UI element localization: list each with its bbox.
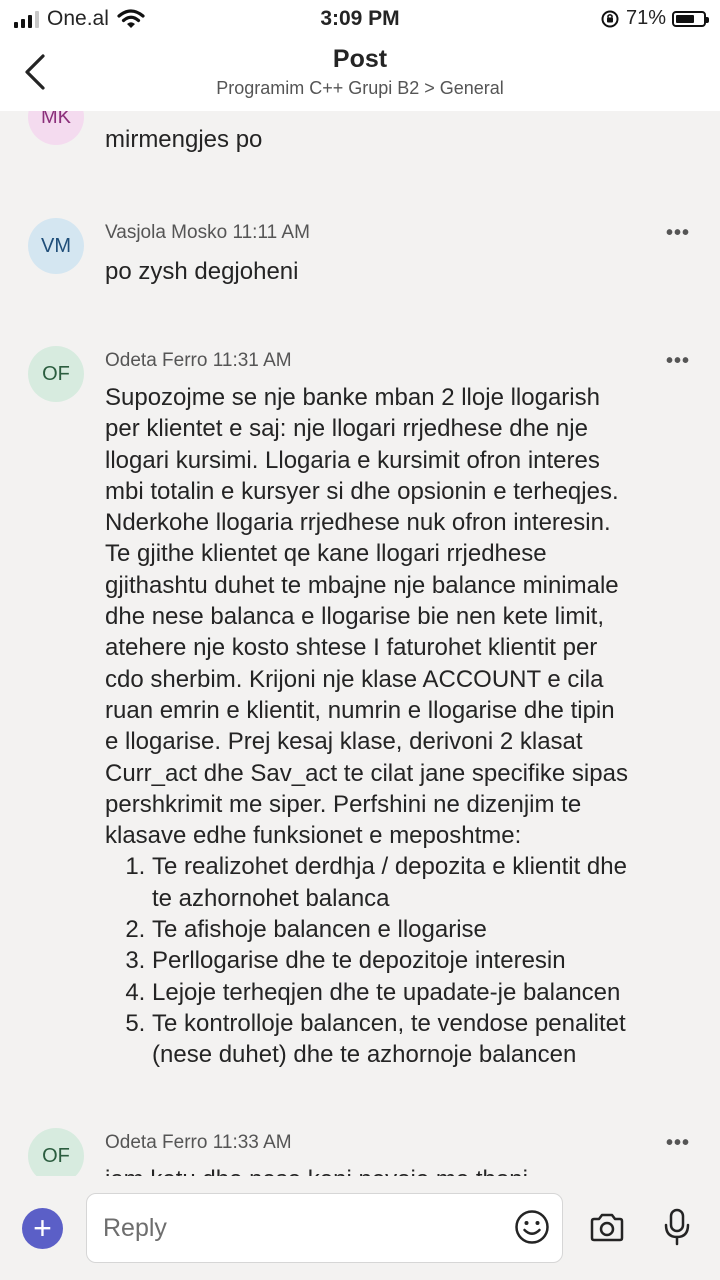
text-line: cdo sherbim. Krijoni nje klase ACCOUNT e… [105,665,604,693]
message-feed[interactable]: MK mirmengjes po VM Vasjola Mosko 11:11 … [0,111,720,1176]
timestamp: 11:11 AM [232,222,310,243]
text-line: mbi totalin e kursyer si dhe opsionin e … [105,477,619,505]
message-meta: Odeta Ferro 11:31 AM [105,350,292,372]
message-text: jam ketu dhe nese keni nevoje me thoni [105,1164,695,1176]
text-line: Nderkohe llogaria rrjedhese nuk ofron in… [105,509,611,537]
text-line: klasave edhe funksionet e meposhtme: [105,822,522,850]
message-meta: Odeta Ferro 11:33 AM [105,1132,292,1154]
avatar[interactable]: OF [28,346,84,402]
more-options-icon[interactable]: ••• [666,350,690,373]
author-name: Odeta Ferro [105,1132,208,1153]
text-line: e llogarise. Prej kesaj klase, derivoni … [105,728,583,756]
author-name: Vasjola Mosko [105,222,228,243]
timestamp: 11:33 AM [212,1132,292,1153]
status-bar: One.al 3:09 PM 71% [0,0,720,36]
text-line: ruan emrin e klientit, numrin e llogaris… [105,696,615,724]
text-line: gjithashtu duhet te mbajne nje balance m… [105,571,619,599]
text-line: Curr_act dhe Sav_act te cilat jane speci… [105,759,628,787]
avatar[interactable]: VM [28,218,84,274]
list-item: Te afishoje balancen e llogarise [152,914,695,945]
avatar[interactable]: OF [28,1128,84,1176]
more-options-icon[interactable]: ••• [666,1132,690,1155]
more-options-icon[interactable]: ••• [666,222,690,245]
message-meta: Vasjola Mosko 11:11 AM [105,222,310,244]
numbered-list: Te realizohet derdhja / depozita e klien… [105,851,695,1070]
list-item: Te kontrolloje balancen, te vendose pena… [152,1008,695,1071]
battery-icon [672,10,709,27]
add-plus-icon[interactable]: + [22,1208,63,1249]
text-line: llogari kursimi. Llogaria e kursimit ofr… [105,446,600,474]
camera-icon[interactable] [589,1213,625,1243]
text-line: atehere nje kosto shtese I faturohet kli… [105,634,598,662]
reply-input[interactable]: Reply [86,1193,563,1263]
message-text: Supozojme se nje banke mban 2 lloje llog… [105,382,695,1071]
orientation-lock-icon [601,10,619,27]
text-line: dhe nese balanca e llogarise bie nen ket… [105,603,604,631]
text-line: Te gjithe klientet qe kane llogari rrjed… [105,540,547,568]
post-header: Post Programim C++ Grupi B2 > General [0,36,720,111]
page-title: Post [332,45,388,73]
author-name: Odeta Ferro [105,350,208,371]
list-item: Perllogarise dhe te depozitoje interesin [152,945,695,976]
text-line: Supozojme se nje banke mban 2 lloje llog… [105,384,600,411]
emoji-icon[interactable] [514,1209,550,1245]
message-text: mirmengjes po [105,126,263,153]
text-line: pershkrimit me siper. Perfshini ne dizen… [105,790,582,818]
battery-percent: 71% [625,7,666,29]
breadcrumb[interactable]: Programim C++ Grupi B2 > General [0,78,720,99]
avatar[interactable]: MK [28,111,84,145]
message-text: po zysh degjoheni [105,258,299,285]
list-item: Lejoje terheqjen dhe te upadate-je balan… [152,977,695,1008]
list-item: Te realizohet derdhja / depozita e klien… [152,851,695,914]
text-line: per klientet e saj: nje llogari rrjedhes… [105,415,588,443]
reply-placeholder: Reply [103,1214,167,1242]
timestamp: 11:31 AM [212,350,292,371]
microphone-icon[interactable] [662,1208,692,1246]
message-paragraph: Supozojme se nje banke mban 2 lloje llog… [105,382,695,851]
